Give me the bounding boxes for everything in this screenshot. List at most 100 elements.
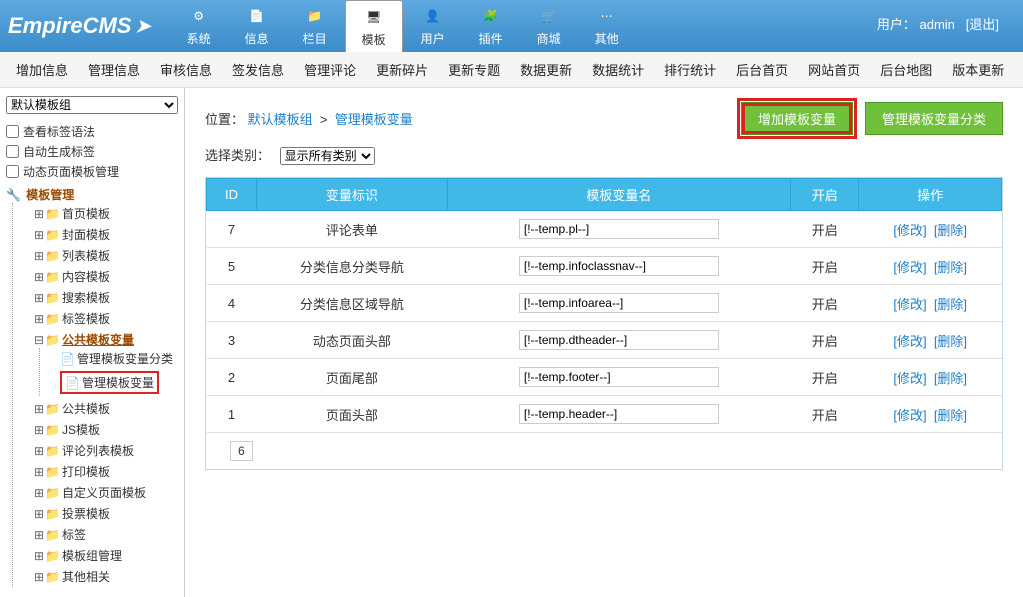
plus-icon[interactable]: ⊞ — [33, 549, 45, 563]
edit-link[interactable]: [修改] — [893, 408, 926, 423]
submenu-审核信息[interactable]: 审核信息 — [160, 60, 212, 79]
folder-icon: 📁 — [45, 486, 60, 500]
edit-link[interactable]: [修改] — [893, 260, 926, 275]
edit-link[interactable]: [修改] — [893, 223, 926, 238]
delete-link[interactable]: [删除] — [934, 297, 967, 312]
nav-用户[interactable]: 👤用户 — [405, 0, 461, 52]
edit-link[interactable]: [修改] — [893, 334, 926, 349]
nav-信息[interactable]: 📄信息 — [229, 0, 285, 52]
cell-id: 1 — [207, 396, 257, 433]
nav-栏目[interactable]: 📁栏目 — [287, 0, 343, 52]
col-mark: 变量标识 — [257, 179, 448, 211]
checkbox[interactable] — [6, 165, 19, 178]
plus-icon[interactable]: ⊞ — [33, 207, 45, 221]
tree-link[interactable]: 公共模板 — [62, 402, 110, 416]
plus-icon[interactable]: ⊞ — [33, 444, 45, 458]
table-row: 2页面尾部开启[修改] [删除] — [207, 359, 1002, 396]
submenu-更新专题[interactable]: 更新专题 — [448, 60, 500, 79]
tree-link[interactable]: 模板组管理 — [62, 549, 122, 563]
delete-link[interactable]: [删除] — [934, 408, 967, 423]
submenu-网站首页[interactable]: 网站首页 — [808, 60, 860, 79]
delete-link[interactable]: [删除] — [934, 371, 967, 386]
tree-link[interactable]: 管理模板变量 — [82, 376, 154, 390]
edit-link[interactable]: [修改] — [893, 371, 926, 386]
tree-link[interactable]: 封面模板 — [62, 228, 110, 242]
submenu-管理评论[interactable]: 管理评论 — [304, 60, 356, 79]
plus-icon[interactable]: ⊞ — [33, 507, 45, 521]
nav-商城[interactable]: 🛒商城 — [521, 0, 577, 52]
checkbox[interactable] — [6, 145, 19, 158]
tree-link[interactable]: 标签模板 — [62, 312, 110, 326]
nav-系统[interactable]: ⚙系统 — [171, 0, 227, 52]
plus-icon[interactable]: ⊞ — [33, 228, 45, 242]
tree-link[interactable]: JS模板 — [62, 423, 100, 437]
tree-link[interactable]: 内容模板 — [62, 270, 110, 284]
category-filter-select[interactable]: 显示所有类别 — [280, 147, 375, 165]
nav-插件[interactable]: 🧩插件 — [463, 0, 519, 52]
nav-模板[interactable]: 🖥模板 — [345, 0, 403, 52]
tree-link[interactable]: 管理模板变量分类 — [77, 352, 173, 366]
plus-icon[interactable]: ⊞ — [33, 402, 45, 416]
plus-icon[interactable]: ⊞ — [33, 570, 45, 584]
tree-link[interactable]: 公共模板变量 — [62, 333, 134, 347]
tree-root[interactable]: 模板管理 — [26, 188, 74, 202]
edit-link[interactable]: [修改] — [893, 297, 926, 312]
variable-name-input[interactable] — [519, 293, 719, 313]
breadcrumb-page: 管理模板变量 — [335, 112, 413, 127]
delete-link[interactable]: [删除] — [934, 260, 967, 275]
nav-icon: 🧩 — [477, 4, 505, 28]
variable-name-input[interactable] — [519, 367, 719, 387]
user-name-link[interactable]: admin — [920, 17, 955, 32]
checkbox[interactable] — [6, 125, 19, 138]
submenu-签发信息[interactable]: 签发信息 — [232, 60, 284, 79]
filter-label: 选择类别： — [205, 148, 270, 163]
plus-icon[interactable]: ⊞ — [33, 465, 45, 479]
submenu-更新碎片[interactable]: 更新碎片 — [376, 60, 428, 79]
cell-mark: 分类信息区域导航 — [257, 285, 448, 322]
plus-icon[interactable]: ⊞ — [33, 291, 45, 305]
nav-label: 模板 — [362, 31, 386, 48]
delete-link[interactable]: [删除] — [934, 334, 967, 349]
template-group-select[interactable]: 默认模板组 — [6, 96, 178, 114]
submenu-后台地图[interactable]: 后台地图 — [880, 60, 932, 79]
plus-icon[interactable]: ⊞ — [33, 312, 45, 326]
logout-link[interactable]: [退出] — [966, 17, 999, 32]
variable-name-input[interactable] — [519, 330, 719, 350]
submenu-管理信息[interactable]: 管理信息 — [88, 60, 140, 79]
nav-其他[interactable]: ⋯ 其他 — [579, 0, 635, 52]
submenu-增加信息[interactable]: 增加信息 — [16, 60, 68, 79]
nav-label: 其他 — [595, 30, 619, 47]
tree-link[interactable]: 搜索模板 — [62, 291, 110, 305]
tree-link[interactable]: 首页模板 — [62, 207, 110, 221]
submenu-排行统计[interactable]: 排行统计 — [664, 60, 716, 79]
folder-icon: 📁 — [45, 270, 60, 284]
tree-link[interactable]: 投票模板 — [62, 507, 110, 521]
tree-link[interactable]: 自定义页面模板 — [62, 486, 146, 500]
tree-link[interactable]: 列表模板 — [62, 249, 110, 263]
breadcrumb-group[interactable]: 默认模板组 — [248, 112, 313, 127]
cell-id: 3 — [207, 322, 257, 359]
add-variable-button[interactable]: 增加模板变量 — [741, 102, 853, 135]
cell-open: 开启 — [791, 359, 859, 396]
submenu-数据统计[interactable]: 数据统计 — [592, 60, 644, 79]
plus-icon[interactable]: ⊞ — [33, 486, 45, 500]
nav-icon: ⋯ — [593, 4, 621, 28]
tree-link[interactable]: 评论列表模板 — [62, 444, 134, 458]
tree-link[interactable]: 标签 — [62, 528, 86, 542]
plus-icon[interactable]: ⊞ — [33, 270, 45, 284]
delete-link[interactable]: [删除] — [934, 223, 967, 238]
submenu-后台首页[interactable]: 后台首页 — [736, 60, 788, 79]
variable-name-input[interactable] — [519, 256, 719, 276]
plus-icon[interactable]: ⊞ — [33, 528, 45, 542]
submenu-版本更新[interactable]: 版本更新 — [952, 60, 1004, 79]
plus-icon[interactable]: ⊞ — [33, 423, 45, 437]
tree-link[interactable]: 其他相关 — [62, 570, 110, 584]
plus-icon[interactable]: ⊞ — [33, 249, 45, 263]
tree-link[interactable]: 打印模板 — [62, 465, 110, 479]
tree-folder: ⊞📁打印模板 — [33, 461, 178, 482]
minus-icon[interactable]: ⊟ — [33, 333, 45, 347]
manage-category-button[interactable]: 管理模板变量分类 — [865, 102, 1003, 135]
variable-name-input[interactable] — [519, 404, 719, 424]
submenu-数据更新[interactable]: 数据更新 — [520, 60, 572, 79]
variable-name-input[interactable] — [519, 219, 719, 239]
